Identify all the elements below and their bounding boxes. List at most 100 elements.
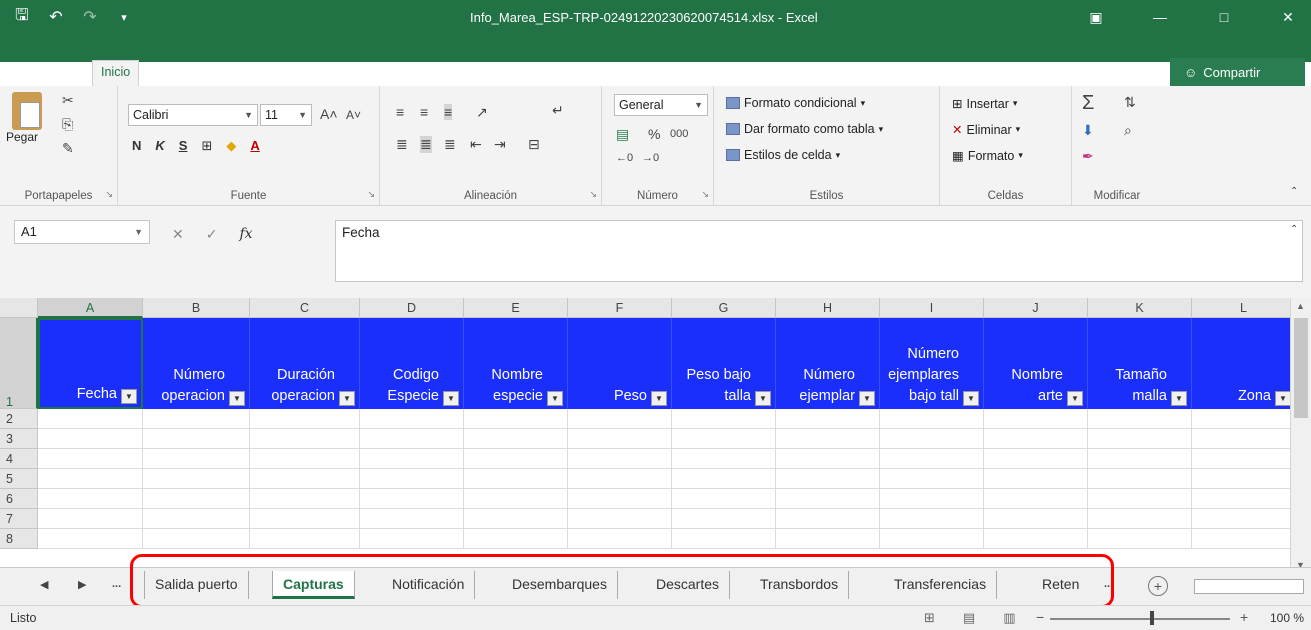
grid-cell[interactable] <box>38 509 143 529</box>
grid-cell[interactable] <box>984 429 1088 449</box>
horizontal-scrollbar[interactable] <box>1194 579 1304 594</box>
grid-cell[interactable] <box>360 429 464 449</box>
borders-icon[interactable]: ⊞ <box>201 138 212 154</box>
grid-cell[interactable] <box>464 469 568 489</box>
grid-cell[interactable] <box>250 469 360 489</box>
zoom-in-icon[interactable]: + <box>1240 609 1248 625</box>
grid-cell[interactable] <box>568 409 672 429</box>
grid-cell[interactable] <box>250 429 360 449</box>
grid-cell[interactable] <box>250 509 360 529</box>
column-header-b[interactable]: B <box>143 298 250 318</box>
paste-button[interactable]: Pegar <box>6 130 38 144</box>
filter-dropdown-icon[interactable]: ▼ <box>1171 391 1187 406</box>
paste-icon[interactable] <box>12 92 42 130</box>
filter-dropdown-icon[interactable]: ▼ <box>651 391 667 406</box>
align-top-icon[interactable]: ≡ <box>396 104 404 120</box>
grid-cell[interactable] <box>1192 449 1296 469</box>
align-bottom-icon[interactable]: ≡ <box>444 104 453 120</box>
fill-icon[interactable]: ⬇ <box>1082 122 1094 139</box>
filter-dropdown-icon[interactable]: ▼ <box>339 391 355 406</box>
zoom-level[interactable]: 100 % <box>1270 611 1304 625</box>
grid-cell[interactable] <box>984 509 1088 529</box>
header-cell-nombre-especie[interactable]: Nombre especie ▼ <box>464 318 568 409</box>
grid-cell[interactable] <box>672 449 776 469</box>
grid-cell[interactable] <box>984 409 1088 429</box>
column-header-l[interactable]: L <box>1192 298 1296 318</box>
zoom-out-icon[interactable]: − <box>1036 609 1044 625</box>
grid-cell[interactable] <box>568 529 672 549</box>
grid-cell[interactable] <box>880 489 984 509</box>
grid-cell[interactable] <box>38 429 143 449</box>
page-break-icon[interactable]: ▥ <box>1003 610 1015 626</box>
header-cell-fecha[interactable]: Fecha ▼ <box>38 318 143 409</box>
grid-cell[interactable] <box>360 469 464 489</box>
grid-cell[interactable] <box>1192 489 1296 509</box>
save-icon[interactable]: 🖫 <box>10 4 34 31</box>
underline-button[interactable]: S <box>179 138 188 154</box>
filter-dropdown-icon[interactable]: ▼ <box>229 391 245 406</box>
row-header-2[interactable]: 2 <box>0 409 38 429</box>
add-sheet-icon[interactable]: + <box>1148 576 1168 596</box>
grid-cell[interactable] <box>672 409 776 429</box>
sheet-tab-capturas[interactable]: Capturas <box>272 571 355 599</box>
insert-cells-button[interactable]: ⊞ Insertar ▾ <box>952 96 1017 112</box>
header-cell-numero-ejemplares[interactable]: Número ejemplar ▼ <box>776 318 880 409</box>
column-header-i[interactable]: I <box>880 298 984 318</box>
next-sheet-icon[interactable]: ▶ <box>78 578 86 591</box>
share-button[interactable]: ☺ Compartir <box>1170 58 1305 86</box>
grid-cell[interactable] <box>776 449 880 469</box>
alignment-launcher-icon[interactable]: ↘ <box>589 189 597 200</box>
grid-cell[interactable] <box>464 449 568 469</box>
minimize-icon[interactable]: — <box>1137 0 1183 34</box>
orientation-icon[interactable]: ↗ <box>476 104 488 121</box>
cut-icon[interactable]: ✂ <box>62 92 74 109</box>
tab-revisar[interactable]: Revisar <box>564 62 622 86</box>
cancel-icon[interactable]: ✕ <box>172 226 184 243</box>
font-size-dropdown[interactable]: 11 ▼ <box>260 104 312 126</box>
grid-cell[interactable] <box>38 409 143 429</box>
customize-qat-icon[interactable]: ▾ <box>112 11 136 24</box>
grid-cell[interactable] <box>250 489 360 509</box>
formula-input[interactable]: Fecha <box>335 220 1303 282</box>
grid-cell[interactable] <box>38 529 143 549</box>
insert-function-icon[interactable]: fx <box>239 226 252 243</box>
sheet-tab-notificacion[interactable]: Notificación <box>382 571 476 599</box>
grid-cell[interactable] <box>672 469 776 489</box>
column-header-h[interactable]: H <box>776 298 880 318</box>
grid-cell[interactable] <box>464 529 568 549</box>
header-cell-numero-operacion[interactable]: Número operacion ▼ <box>143 318 250 409</box>
grid-cell[interactable] <box>1088 529 1192 549</box>
sheet-tab-salida-puerto[interactable]: Salida puerto <box>144 571 249 599</box>
header-cell-codigo-especie[interactable]: Codigo Especie ▼ <box>360 318 464 409</box>
redo-icon[interactable]: ↷ <box>78 7 102 27</box>
grid-cell[interactable] <box>1192 469 1296 489</box>
clipboard-launcher-icon[interactable]: ↘ <box>105 189 113 200</box>
grid-cell[interactable] <box>880 509 984 529</box>
grid-cell[interactable] <box>568 449 672 469</box>
bold-button[interactable]: N <box>132 138 141 154</box>
row-header-3[interactable]: 3 <box>0 429 38 449</box>
prev-sheet-icon[interactable]: ◀ <box>40 578 48 591</box>
grid-cell[interactable] <box>880 409 984 429</box>
filter-dropdown-icon[interactable]: ▼ <box>1067 391 1083 406</box>
format-painter-icon[interactable]: ✎ <box>62 140 74 157</box>
maximize-icon[interactable]: □ <box>1201 0 1247 34</box>
grid-cell[interactable] <box>672 489 776 509</box>
row-header-8[interactable]: 8 <box>0 529 38 549</box>
grid-cell[interactable] <box>250 409 360 429</box>
grid-cell[interactable] <box>776 529 880 549</box>
grid-cell[interactable] <box>568 469 672 489</box>
grid-cell[interactable] <box>38 469 143 489</box>
grow-font-icon[interactable]: A˄ <box>320 106 338 122</box>
grid-cell[interactable] <box>984 469 1088 489</box>
grid-cell[interactable] <box>672 529 776 549</box>
filter-dropdown-icon[interactable]: ▼ <box>121 389 137 404</box>
grid-cell[interactable] <box>143 449 250 469</box>
filter-dropdown-icon[interactable]: ▼ <box>443 391 459 406</box>
format-as-table-button[interactable]: Dar formato como tabla ▾ <box>726 122 883 136</box>
grid-cell[interactable] <box>776 409 880 429</box>
grid-cell[interactable] <box>1192 509 1296 529</box>
grid-cell[interactable] <box>880 469 984 489</box>
page-layout-icon[interactable]: ▤ <box>963 610 975 626</box>
grid-cell[interactable] <box>143 529 250 549</box>
